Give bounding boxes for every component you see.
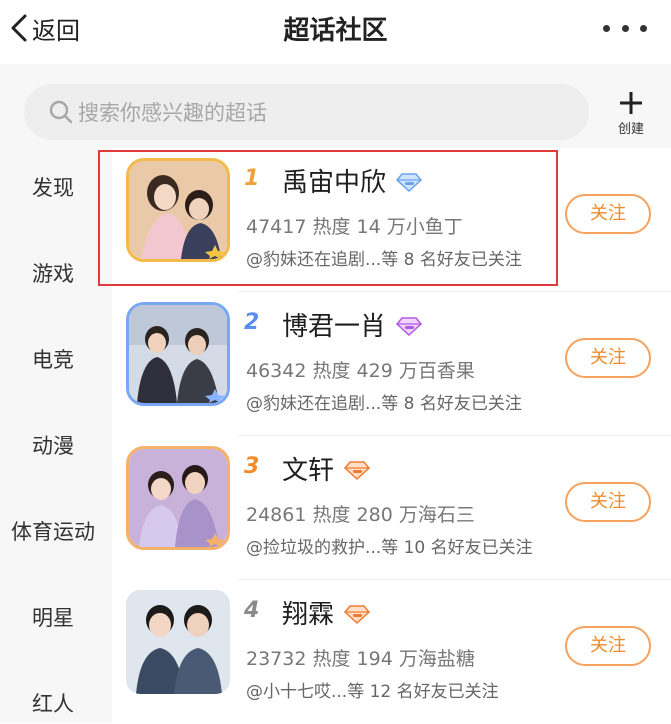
follow-button[interactable]: 关注: [565, 194, 651, 234]
followed-by-friends: @小十七哎...等 12 名好友已关注: [246, 682, 499, 702]
topic-name: 翔霖: [282, 600, 335, 630]
topic-name: 博君一肖: [282, 312, 387, 342]
rank-number: 3: [244, 454, 260, 479]
search-placeholder: 搜索你感兴趣的超话: [78, 101, 267, 125]
highlight-box: [98, 150, 558, 286]
sidebar-item-sports[interactable]: 体育运动: [0, 516, 106, 546]
top-bar: 返回 超话社区: [0, 0, 671, 65]
sidebar-item-games[interactable]: 游戏: [0, 258, 106, 288]
followed-by-friends: @豹妹还在追剧...等 8 名好友已关注: [246, 394, 522, 414]
topic-avatar: [126, 446, 230, 550]
sidebar-item-esports[interactable]: 电竞: [0, 344, 106, 374]
list-item[interactable]: 4 翔霖 23732 热度 194 万海盐糖 @小十七哎...等 12 名好友已…: [112, 580, 671, 724]
page-title: 超话社区: [283, 16, 388, 46]
more-dots-icon[interactable]: [603, 14, 647, 42]
search-icon: [49, 100, 73, 124]
search-row: 搜索你感兴趣的超话 创建: [0, 64, 671, 148]
category-sidebar: 发现 游戏 电竞 动漫 体育运动 明星 红人: [0, 148, 112, 723]
follow-button[interactable]: 关注: [565, 626, 651, 666]
follow-button[interactable]: 关注: [565, 482, 651, 522]
sidebar-item-stars[interactable]: 明星: [0, 602, 106, 632]
diamond-orange-icon: [344, 605, 370, 624]
create-label: 创建: [617, 122, 644, 137]
list-item[interactable]: 2 博君一肖 46342 热度 429 万百香果 @豹妹还在追剧...等 8 名…: [112, 292, 671, 436]
topic-stats: 24861 热度 280 万海石三: [246, 504, 475, 526]
sidebar-item-influencers[interactable]: 红人: [0, 688, 106, 718]
sidebar-item-anime[interactable]: 动漫: [0, 430, 106, 460]
search-input[interactable]: 搜索你感兴趣的超话: [24, 84, 589, 140]
diamond-orange-icon: [344, 461, 370, 480]
topic-stats: 23732 热度 194 万海盐糖: [246, 648, 475, 670]
create-button[interactable]: 创建: [613, 90, 649, 137]
follow-button[interactable]: 关注: [565, 338, 651, 378]
topic-avatar: [126, 302, 230, 406]
rank-number: 4: [244, 598, 260, 623]
topic-name: 文轩: [282, 456, 335, 486]
topic-stats: 46342 热度 429 万百香果: [246, 360, 475, 382]
diamond-purple-icon: [396, 317, 422, 336]
list-item[interactable]: 3 文轩 24861 热度 280 万海石三 @捡垃圾的救护...等 10 名好…: [112, 436, 671, 580]
sidebar-item-discover[interactable]: 发现: [0, 172, 106, 202]
plus-icon: [620, 92, 642, 114]
followed-by-friends: @捡垃圾的救护...等 10 名好友已关注: [246, 538, 533, 558]
rank-number: 2: [244, 310, 260, 335]
topic-avatar: [126, 590, 230, 694]
